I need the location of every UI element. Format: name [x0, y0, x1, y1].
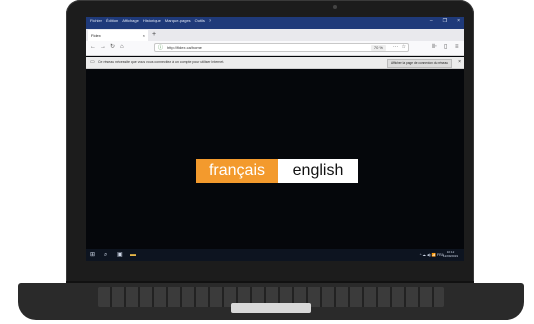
page-content: français english	[86, 69, 464, 249]
language-french-button[interactable]: français	[196, 159, 278, 183]
menu-file[interactable]: Fichier	[90, 18, 102, 23]
tab-title: Fidex	[91, 33, 101, 38]
zoom-level[interactable]: 70 %	[370, 45, 386, 51]
tab-fidex[interactable]: Fidex ×	[88, 30, 148, 41]
clock[interactable]: 10:12 12/09/2019	[443, 250, 458, 258]
navigation-toolbar: ← → ↻ ⌂ ⓘ http://fidex.ca/home 70 % ··· …	[86, 41, 464, 56]
menu-help[interactable]: ?	[209, 18, 211, 23]
clock-date: 12/09/2019	[442, 254, 458, 258]
open-login-page-button[interactable]: Afficher la page de connexion du réseau	[386, 59, 452, 68]
tab-bar: Fidex × +	[86, 29, 464, 41]
language-selector: français english	[196, 159, 358, 183]
system-tray[interactable]: ^ ☁ ◀) 📶 FRA	[420, 251, 444, 259]
menu-bookmarks[interactable]: Marque-pages	[165, 18, 191, 23]
laptop-base	[18, 283, 524, 320]
sidebar-icon[interactable]: ▯	[444, 43, 447, 52]
new-tab-button[interactable]: +	[152, 30, 156, 39]
windows-taskbar: ⊞ ⌕ ▣ ▬ ^ ☁ ◀) 📶 FRA 10:12 12/09/2019	[86, 249, 464, 261]
trackpad	[231, 303, 311, 313]
reload-icon[interactable]: ↻	[110, 43, 115, 52]
back-arrow-icon[interactable]: ←	[90, 43, 96, 52]
task-view-icon[interactable]: ▣	[117, 251, 123, 259]
maximize-button[interactable]: ❐	[443, 18, 447, 24]
window-controls: – ❐ ×	[430, 18, 460, 24]
file-explorer-icon[interactable]: ▬	[130, 251, 136, 259]
notification-close-icon[interactable]: ×	[458, 59, 461, 65]
menu-tools[interactable]: Outils	[195, 18, 205, 23]
windows-start-icon[interactable]: ⊞	[90, 251, 95, 259]
close-window-button[interactable]: ×	[457, 18, 460, 24]
hamburger-menu-icon[interactable]: ≡	[455, 43, 459, 52]
info-icon: ▭	[90, 59, 95, 65]
tab-close-icon[interactable]: ×	[143, 33, 145, 38]
webcam	[333, 5, 337, 9]
menu-edit[interactable]: Édition	[106, 18, 118, 23]
captive-portal-notification: ▭ Ce réseau nécessite que vous vous conn…	[86, 57, 464, 69]
notification-text: Ce réseau nécessite que vous vous connec…	[98, 60, 225, 64]
language-english-button[interactable]: english	[278, 159, 358, 183]
menu-bar: Fichier Édition Affichage Historique Mar…	[90, 18, 211, 23]
minimize-button[interactable]: –	[430, 18, 433, 24]
url-text: http://fidex.ca/home	[167, 45, 202, 50]
bookmark-star-icon[interactable]: ☆	[402, 44, 406, 51]
menu-view[interactable]: Affichage	[122, 18, 139, 23]
forward-arrow-icon[interactable]: →	[100, 43, 106, 52]
laptop-screen: Fichier Édition Affichage Historique Mar…	[86, 17, 464, 261]
search-icon[interactable]: ⌕	[104, 251, 107, 259]
home-icon[interactable]: ⌂	[120, 43, 124, 52]
page-actions-icon[interactable]: ···	[393, 44, 398, 51]
browser-titlebar: Fichier Édition Affichage Historique Mar…	[86, 17, 464, 29]
lock-icon: ⓘ	[158, 45, 164, 51]
url-bar[interactable]: ⓘ http://fidex.ca/home 70 % ··· ☆	[154, 43, 409, 52]
library-icon[interactable]: ⊪	[432, 43, 437, 52]
menu-history[interactable]: Historique	[143, 18, 161, 23]
